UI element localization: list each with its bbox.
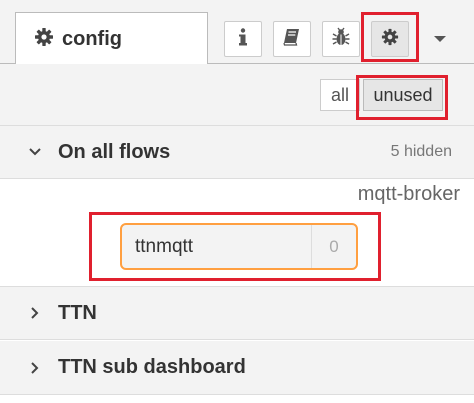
config-node-label: ttnmqtt: [135, 235, 194, 257]
section-ttn-sub-dashboard[interactable]: TTN sub dashboard: [0, 341, 474, 395]
config-node-item[interactable]: ttnmqtt 0: [120, 223, 358, 270]
debug-tab-button[interactable]: [322, 21, 360, 57]
info-icon: [236, 27, 250, 51]
section-title: TTN sub dashboard: [58, 356, 246, 378]
book-icon: [283, 28, 301, 51]
tab-config-label: config: [62, 27, 122, 50]
section-title: TTN: [58, 301, 97, 324]
chevron-right-icon: [28, 361, 42, 375]
chevron-right-icon: [28, 306, 42, 320]
info-tab-button[interactable]: [224, 21, 262, 57]
section-title: On all flows: [58, 140, 171, 163]
chevron-down-icon: [28, 145, 42, 159]
gear-icon: [381, 28, 399, 51]
tab-config[interactable]: config: [15, 12, 208, 65]
sidebar-tab-bar: config: [0, 0, 474, 65]
section-on-all-flows[interactable]: On all flows 5 hidden: [0, 126, 474, 179]
filter-all-button[interactable]: all: [320, 79, 360, 111]
caret-down-icon: [433, 30, 447, 48]
filter-unused-button[interactable]: unused: [363, 79, 443, 111]
gear-icon: [34, 27, 54, 52]
node-type-label: mqtt-broker: [357, 183, 460, 205]
config-sidebar: config all unused On all flows 5 hidden …: [0, 0, 474, 403]
config-tab-button[interactable]: [371, 21, 409, 57]
filter-toolbar: all unused: [0, 64, 474, 126]
section-ttn[interactable]: TTN: [0, 287, 474, 340]
config-node-usage-count: 0: [311, 225, 356, 268]
help-tab-button[interactable]: [273, 21, 311, 57]
hidden-count: 5 hidden: [390, 143, 452, 160]
sidebar-menu-dropdown[interactable]: [427, 26, 453, 52]
bug-icon: [331, 27, 351, 52]
section-on-all-flows-body: mqtt-broker ttnmqtt 0: [0, 179, 474, 287]
